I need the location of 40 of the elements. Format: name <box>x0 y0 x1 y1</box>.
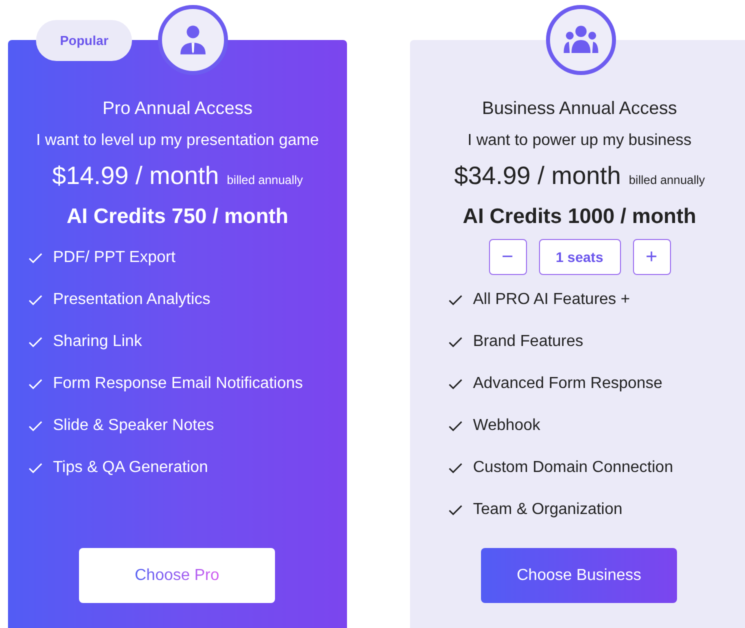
check-icon <box>448 336 463 348</box>
feature-text: Webhook <box>473 417 540 435</box>
check-icon <box>448 420 463 432</box>
check-icon <box>448 294 463 306</box>
plan-description: I want to power up my business <box>467 132 692 150</box>
minus-button[interactable]: − <box>488 239 526 275</box>
check-icon <box>28 336 43 348</box>
billing-note: billed annually <box>226 173 303 187</box>
feature-text: Custom Domain Connection <box>473 459 674 477</box>
feature-text: Team & Organization <box>473 501 622 519</box>
plan-price: $34.99 / month <box>454 162 621 191</box>
feature-text: Slide & Speaker Notes <box>53 417 214 435</box>
plan-price: $14.99 / month <box>52 162 219 191</box>
ai-credits: AI Credits 750 / month <box>66 205 288 229</box>
check-icon <box>448 378 463 390</box>
check-icon <box>28 252 43 264</box>
ai-credits: AI Credits 1000 / month <box>462 205 696 229</box>
choose-plan-button[interactable]: Choose Business <box>481 548 677 603</box>
plan-title: Business Annual Access <box>482 98 678 119</box>
feature-text: PDF/ PPT Export <box>53 249 176 267</box>
feature-text: Advanced Form Response <box>473 375 662 393</box>
check-icon <box>448 462 463 474</box>
check-icon <box>28 462 43 474</box>
feature-text: Brand Features <box>473 333 584 351</box>
plan-description: I want to level up my presentation game <box>36 132 319 150</box>
check-icon <box>448 504 463 516</box>
seats-field[interactable]: 1 seats <box>538 239 620 275</box>
popular-badge: Popular <box>36 20 132 61</box>
feature-text: Presentation Analytics <box>53 291 210 309</box>
billing-note: billed annually <box>628 173 705 187</box>
check-icon <box>28 420 43 432</box>
feature-text: Sharing Link <box>53 333 142 351</box>
plan-title: Pro Annual Access <box>102 98 253 119</box>
check-icon <box>28 378 43 390</box>
feature-text: Form Response Email Notifications <box>53 375 303 393</box>
choose-plan-button[interactable]: Choose Pro <box>79 548 275 603</box>
feature-text: Tips & QA Generation <box>53 459 208 477</box>
feature-text: All PRO AI Features + <box>473 291 630 309</box>
check-icon <box>28 294 43 306</box>
plus-button[interactable]: + <box>632 239 670 275</box>
